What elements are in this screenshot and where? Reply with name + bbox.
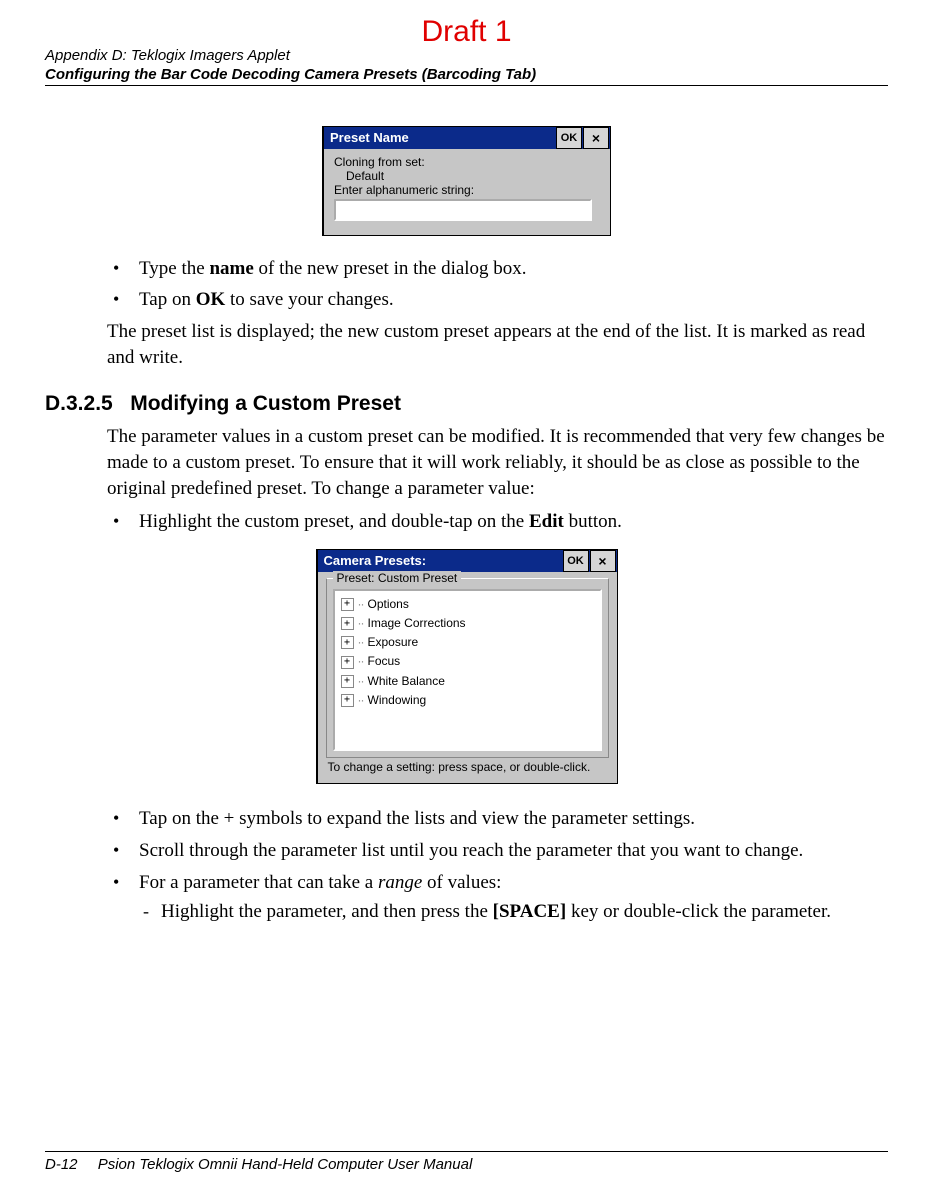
sub-list: Highlight the parameter, and then press … [139, 899, 888, 925]
camera-presets-dialog: Camera Presets: OK × Preset: Custom Pres… [316, 549, 618, 785]
tree-item[interactable]: +··Options [341, 595, 594, 614]
expand-icon[interactable]: + [341, 636, 354, 649]
expand-icon[interactable]: + [341, 694, 354, 707]
footer-rule [45, 1151, 888, 1152]
section-heading: D.3.2.5 Modifying a Custom Preset [45, 392, 888, 416]
tree-item[interactable]: +··Exposure [341, 633, 594, 652]
header-rule [45, 85, 888, 86]
page-number: D-12 [45, 1156, 78, 1173]
close-icon: × [592, 131, 600, 145]
bullet-item: Scroll through the parameter list until … [107, 838, 888, 864]
page-footer: D-12 Psion Teklogix Omnii Hand-Held Comp… [45, 1151, 888, 1173]
dialog-title: Camera Presets: [324, 553, 427, 568]
dialog-text-line2: Default [334, 169, 600, 183]
bullet-list-2: Highlight the custom preset, and double-… [107, 509, 888, 535]
tree-item[interactable]: +··Image Corrections [341, 614, 594, 633]
preset-tree[interactable]: +··Options +··Image Corrections +··Expos… [333, 589, 602, 751]
close-button[interactable]: × [590, 550, 616, 572]
dialog-hint: To change a setting: press space, or dou… [326, 758, 609, 776]
dialog-text-line1: Cloning from set: [334, 155, 600, 169]
watermark-draft: Draft 1 [45, 15, 888, 49]
bullet-item: For a parameter that can take a range of… [107, 870, 888, 925]
close-icon: × [598, 554, 606, 568]
dialog-titlebar: Camera Presets: OK × [318, 550, 617, 572]
bullet-item: Highlight the custom preset, and double-… [107, 509, 888, 535]
expand-icon[interactable]: + [341, 656, 354, 669]
ok-button[interactable]: OK [556, 127, 582, 149]
footer-title: Psion Teklogix Omnii Hand-Held Computer … [98, 1156, 473, 1173]
group-label: Preset: Custom Preset [333, 571, 462, 585]
bullet-item: Tap on OK to save your changes. [107, 287, 888, 313]
paragraph: The preset list is displayed; the new cu… [107, 319, 888, 370]
preset-name-dialog: Preset Name OK × Cloning from set: Defau… [322, 126, 611, 236]
bullet-item: Type the name of the new preset in the d… [107, 256, 888, 282]
expand-icon[interactable]: + [341, 598, 354, 611]
expand-icon[interactable]: + [341, 675, 354, 688]
expand-icon[interactable]: + [341, 617, 354, 630]
paragraph: The parameter values in a custom preset … [107, 424, 888, 501]
header-appendix: Appendix D: Teklogix Imagers Applet [45, 47, 888, 66]
ok-button[interactable]: OK [563, 550, 589, 572]
tree-item[interactable]: +··Windowing [341, 691, 594, 710]
dialog-prompt: Enter alphanumeric string: [334, 183, 600, 197]
tree-item[interactable]: +··White Balance [341, 672, 594, 691]
dialog-titlebar: Preset Name OK × [324, 127, 610, 149]
bullet-list-3: Tap on the + symbols to expand the lists… [107, 806, 888, 925]
bullet-item: Tap on the + symbols to expand the lists… [107, 806, 888, 832]
preset-group-box: Preset: Custom Preset +··Options +··Imag… [326, 578, 609, 758]
bullet-list-1: Type the name of the new preset in the d… [107, 256, 888, 313]
header-subtitle: Configuring the Bar Code Decoding Camera… [45, 66, 888, 83]
preset-name-input[interactable] [334, 199, 592, 221]
tree-item[interactable]: +··Focus [341, 652, 594, 671]
sub-item: Highlight the parameter, and then press … [139, 899, 888, 925]
close-button[interactable]: × [583, 127, 609, 149]
dialog-title: Preset Name [330, 130, 409, 145]
